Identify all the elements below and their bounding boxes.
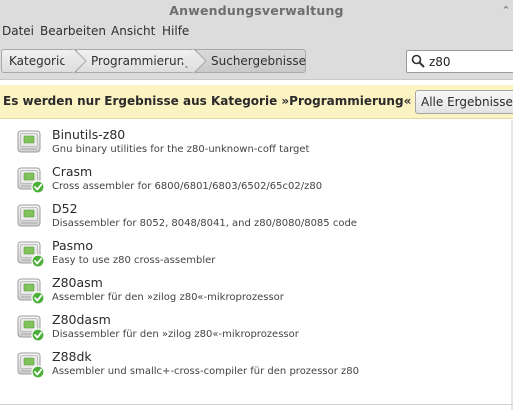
package-name: Z80dasm <box>52 312 111 327</box>
package-icon <box>17 204 41 227</box>
breadcrumb-label: Suchergebnisse <box>211 54 306 68</box>
search-icon <box>411 54 425 68</box>
breadcrumb-search-results[interactable]: Suchergebnisse <box>196 49 306 73</box>
breadcrumb-categories[interactable]: Kategorien <box>1 49 76 73</box>
menu-help[interactable]: Hilfe <box>162 24 189 38</box>
package-icon <box>17 241 44 267</box>
package-description: Cross assembler for 6800/6801/6803/6502/… <box>52 181 323 192</box>
search-field[interactable] <box>406 50 513 73</box>
maximize-icon[interactable]: ⌃ <box>499 4 513 18</box>
breadcrumb-label: Programmierung <box>91 54 192 68</box>
package-description: Assembler für den »zilog z80«-mikroproze… <box>52 292 284 303</box>
package-row[interactable]: Pasmo Easy to use z80 cross-assembler <box>0 235 513 272</box>
package-icon <box>17 315 44 341</box>
breadcrumb-programming[interactable]: Programmierung <box>76 49 196 73</box>
menu-edit[interactable]: Bearbeiten <box>40 24 106 38</box>
menu-bar: Datei Bearbeiten Ansicht Hilfe <box>0 22 513 42</box>
package-row[interactable]: D52 Disassembler for 8052, 8048/8041, and… <box>0 198 513 235</box>
package-name: Pasmo <box>52 238 93 253</box>
package-row[interactable]: Z80dasm Disassembler für den »zilog z80«-… <box>0 309 513 346</box>
breadcrumb-label: Kategorien <box>9 54 75 68</box>
package-row[interactable]: Z80asm Assembler für den »zilog z80«-mikr… <box>0 272 513 309</box>
menu-file[interactable]: Datei <box>2 24 34 38</box>
package-row[interactable]: Crasm Cross assembler for 6800/6801/6803/… <box>0 161 513 198</box>
package-name: Z80asm <box>52 275 103 290</box>
filter-infobar: Es werden nur Ergebnisse aus Kategorie »… <box>0 85 513 119</box>
breadcrumb: Kategorien Programmierung Suchergebnisse <box>1 49 306 73</box>
package-description: Disassembler for 8052, 8048/8041, and z8… <box>52 218 357 229</box>
package-icon <box>17 167 44 193</box>
package-description: Easy to use z80 cross-assembler <box>52 255 216 266</box>
package-icon <box>17 352 44 378</box>
package-icon <box>17 130 41 153</box>
divider <box>0 404 513 405</box>
package-icon <box>17 278 44 304</box>
package-name: Binutils-z80 <box>52 127 126 142</box>
package-description: Assembler und smallc+-cross-compiler für… <box>52 366 360 377</box>
search-input[interactable] <box>429 53 513 70</box>
show-all-results-button[interactable]: Alle Ergebnisse anzeigen <box>415 90 513 114</box>
package-name: Crasm <box>52 164 93 179</box>
package-description: Disassembler für den »zilog z80«-mikropr… <box>52 329 299 340</box>
package-description: Gnu binary utilities for the z80-unknown… <box>52 144 310 155</box>
window-titlebar: Anwendungsverwaltung ⌃ <box>0 0 513 22</box>
package-name: D52 <box>52 201 78 216</box>
package-name: Z88dk <box>52 349 92 364</box>
package-row[interactable]: Binutils-z80 Gnu binary utilities for the… <box>0 124 513 161</box>
menu-view[interactable]: Ansicht <box>111 24 155 38</box>
package-row[interactable]: Z88dk Assembler und smallc+-cross-compile… <box>0 346 513 383</box>
window-title: Anwendungsverwaltung <box>169 3 344 18</box>
